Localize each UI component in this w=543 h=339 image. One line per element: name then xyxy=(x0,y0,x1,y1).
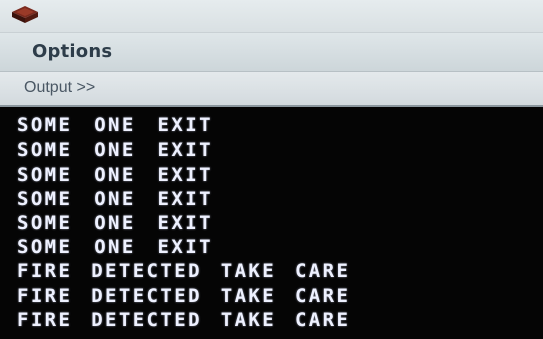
console-line: SOME ONE EXIT xyxy=(17,164,213,186)
console-line: SOME ONE EXIT xyxy=(17,236,213,258)
console-line: FIRE DETECTED TAKE CARE xyxy=(17,309,351,331)
app-window: Options Output >> SOME ONE EXIT SOME ONE… xyxy=(0,0,543,339)
menu-bar: Options xyxy=(0,33,543,72)
options-menu[interactable]: Options xyxy=(32,41,112,62)
console-line: FIRE DETECTED TAKE CARE xyxy=(17,285,351,307)
console-line: SOME ONE EXIT xyxy=(17,114,213,136)
console-output[interactable]: SOME ONE EXIT SOME ONE EXIT SOME ONE EXI… xyxy=(0,107,543,339)
console-line: SOME ONE EXIT xyxy=(17,188,213,210)
output-header: Output >> xyxy=(0,72,543,107)
output-label: Output >> xyxy=(24,79,96,96)
app-icon[interactable] xyxy=(10,4,40,24)
console-line: SOME ONE EXIT xyxy=(17,139,213,161)
console-line: SOME ONE EXIT xyxy=(17,212,213,234)
title-bar xyxy=(0,0,543,33)
console-line: FIRE DETECTED TAKE CARE xyxy=(17,260,351,282)
